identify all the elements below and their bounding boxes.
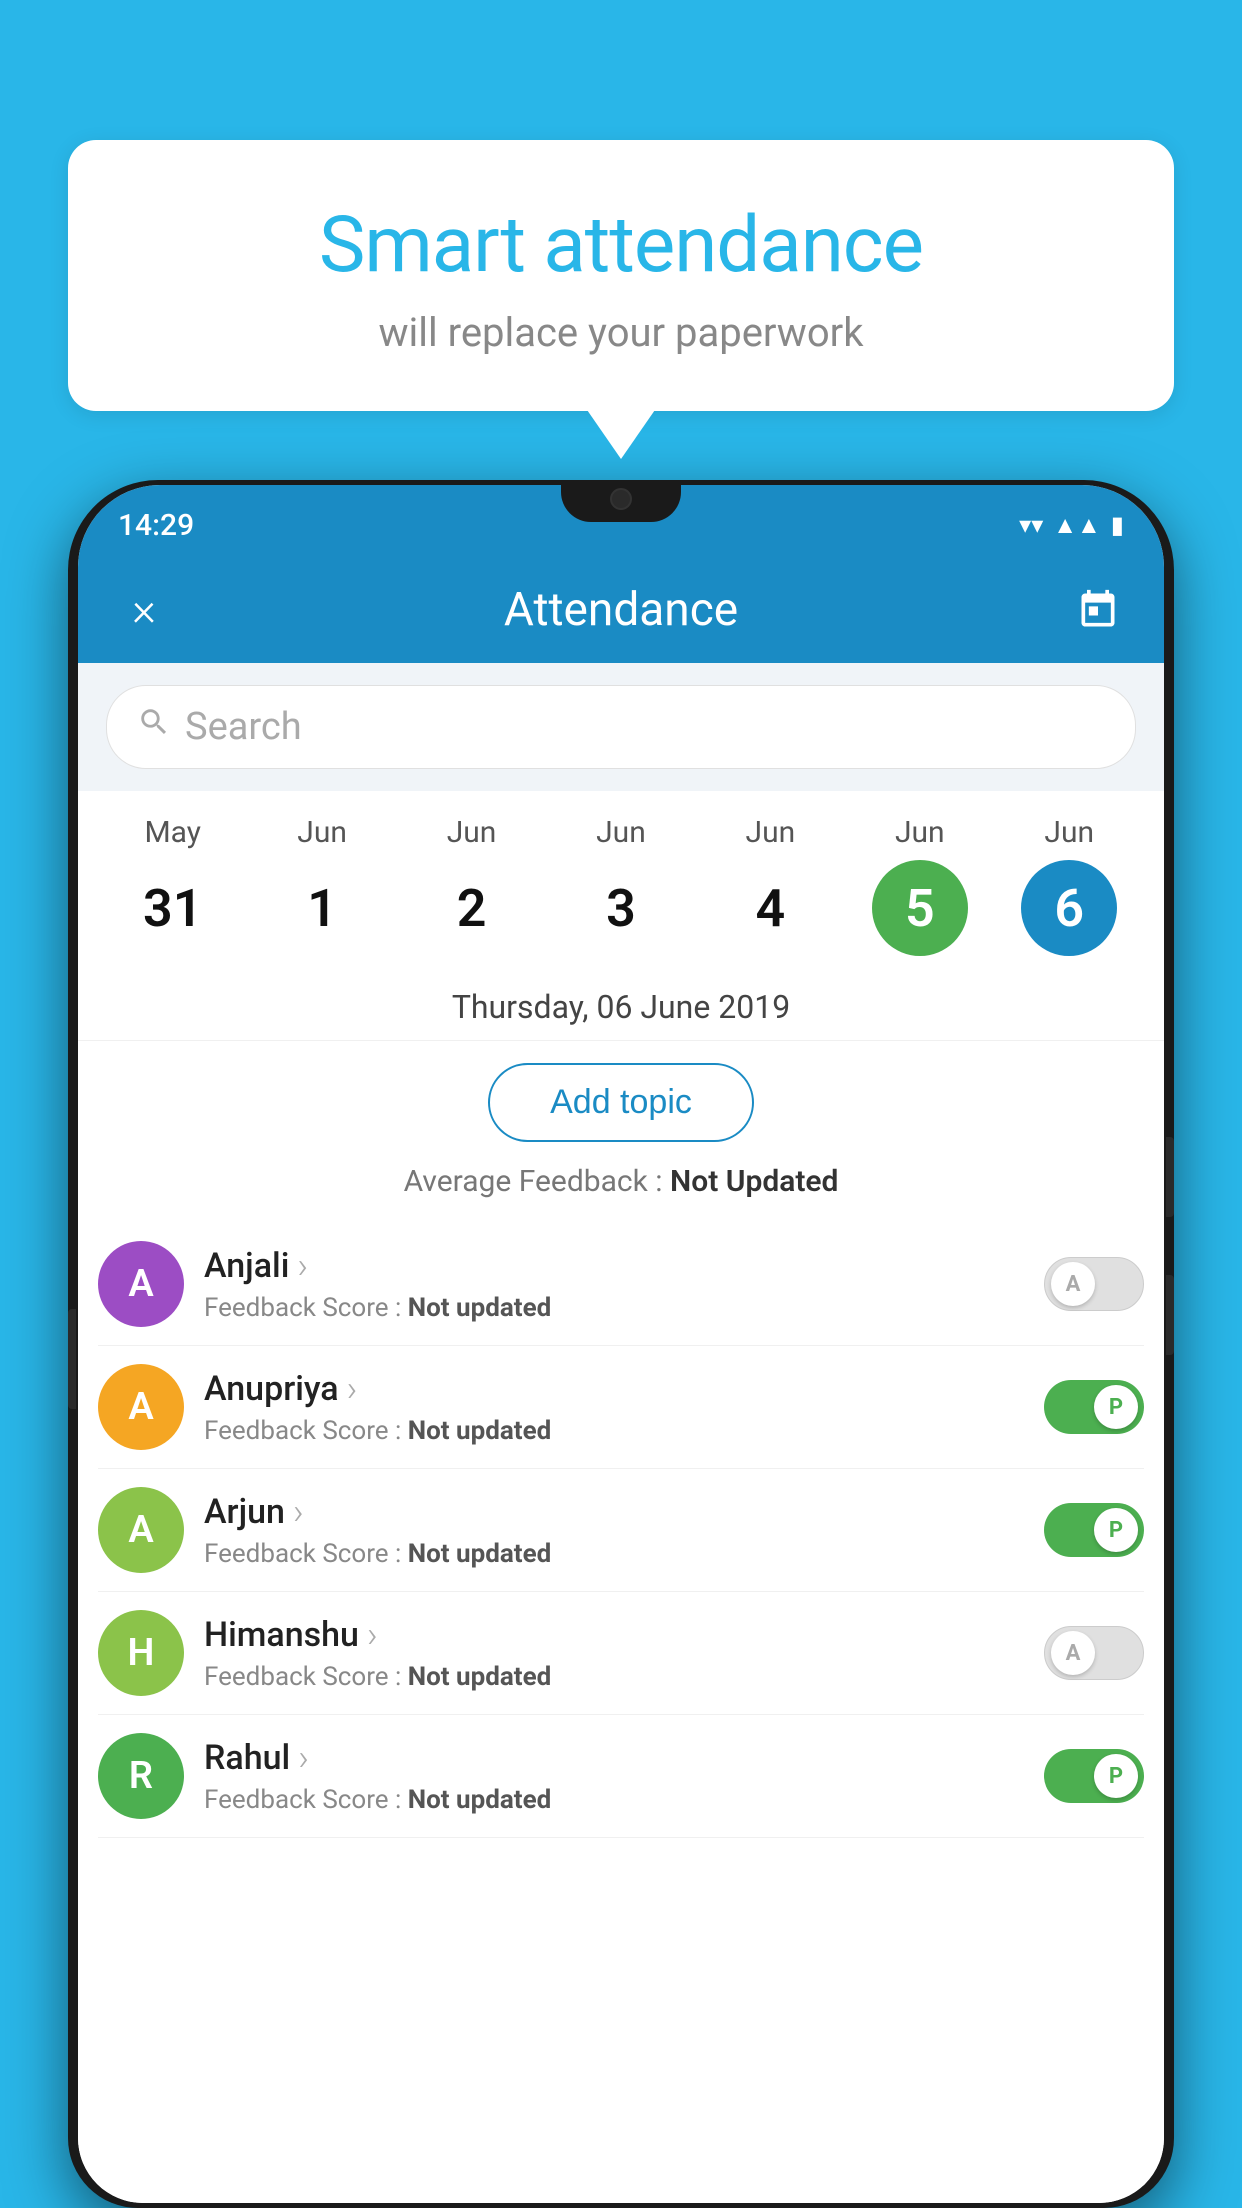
date-number[interactable]: 2 xyxy=(424,860,520,956)
student-feedback: Feedback Score : Not updated xyxy=(204,1662,1024,1692)
add-topic-container: Add topic xyxy=(78,1041,1164,1164)
date-number[interactable]: 4 xyxy=(722,860,818,956)
student-avatar: R xyxy=(98,1733,184,1819)
student-avatar: A xyxy=(98,1241,184,1327)
toggle-knob: P xyxy=(1094,1754,1138,1798)
student-feedback: Feedback Score : Not updated xyxy=(204,1785,1024,1815)
calendar-strip: May 31 Jun 1 Jun 2 Jun 3 Jun 4 Jun 5 Jun 6 xyxy=(78,791,1164,970)
student-avatar: A xyxy=(98,1364,184,1450)
toggle-knob: A xyxy=(1051,1262,1095,1306)
phone-notch xyxy=(561,480,681,522)
avg-feedback-value: Not Updated xyxy=(670,1164,838,1199)
power-button xyxy=(1166,1137,1174,1217)
speech-bubble: Smart attendance will replace your paper… xyxy=(68,140,1174,411)
student-item: A Anupriya Feedback Score : Not updated P xyxy=(98,1346,1144,1469)
app-header: × Attendance xyxy=(78,557,1164,663)
calendar-date-6[interactable]: Jun 6 xyxy=(1014,815,1124,956)
date-month-label: Jun xyxy=(447,815,497,850)
add-topic-button[interactable]: Add topic xyxy=(488,1063,754,1142)
student-info[interactable]: Himanshu Feedback Score : Not updated xyxy=(204,1614,1024,1692)
toggle-switch[interactable]: A xyxy=(1044,1626,1144,1680)
student-feedback: Feedback Score : Not updated xyxy=(204,1539,1024,1569)
avg-feedback: Average Feedback : Not Updated xyxy=(78,1164,1164,1223)
bubble-subtitle: will replace your paperwork xyxy=(128,309,1114,356)
student-name[interactable]: Anupriya xyxy=(204,1368,1024,1410)
date-month-label: Jun xyxy=(1044,815,1094,850)
date-number[interactable]: 6 xyxy=(1021,860,1117,956)
student-name[interactable]: Arjun xyxy=(204,1491,1024,1533)
selected-date-label: Thursday, 06 June 2019 xyxy=(78,970,1164,1041)
date-number[interactable]: 1 xyxy=(274,860,370,956)
bubble-title: Smart attendance xyxy=(128,200,1114,291)
attendance-toggle[interactable]: A xyxy=(1044,1257,1144,1311)
student-item: A Arjun Feedback Score : Not updated P xyxy=(98,1469,1144,1592)
signal-icon: ▲▲ xyxy=(1053,511,1101,540)
student-name[interactable]: Himanshu xyxy=(204,1614,1024,1656)
student-feedback: Feedback Score : Not updated xyxy=(204,1293,1024,1323)
attendance-toggle[interactable]: P xyxy=(1044,1749,1144,1803)
date-month-label: Jun xyxy=(746,815,796,850)
avg-feedback-label: Average Feedback : xyxy=(404,1164,663,1199)
date-month-label: Jun xyxy=(596,815,646,850)
date-month-label: May xyxy=(144,815,200,850)
student-avatar: H xyxy=(98,1610,184,1696)
toggle-knob: P xyxy=(1094,1385,1138,1429)
volume-button xyxy=(68,1309,76,1409)
header-title: Attendance xyxy=(174,583,1068,637)
toggle-switch[interactable]: P xyxy=(1044,1380,1144,1434)
attendance-toggle[interactable]: P xyxy=(1044,1380,1144,1434)
student-info[interactable]: Rahul Feedback Score : Not updated xyxy=(204,1737,1024,1815)
student-name[interactable]: Rahul xyxy=(204,1737,1024,1779)
student-item: R Rahul Feedback Score : Not updated P xyxy=(98,1715,1144,1838)
date-number[interactable]: 5 xyxy=(872,860,968,956)
date-month-label: Jun xyxy=(297,815,347,850)
calendar-date-5[interactable]: Jun 5 xyxy=(865,815,975,956)
student-feedback: Feedback Score : Not updated xyxy=(204,1416,1024,1446)
date-month-label: Jun xyxy=(895,815,945,850)
student-avatar: A xyxy=(98,1487,184,1573)
search-bar[interactable]: Search xyxy=(106,685,1136,769)
student-info[interactable]: Anupriya Feedback Score : Not updated xyxy=(204,1368,1024,1446)
search-icon xyxy=(137,705,171,749)
toggle-switch[interactable]: A xyxy=(1044,1257,1144,1311)
volume-down-button xyxy=(1166,1275,1174,1355)
student-item: A Anjali Feedback Score : Not updated A xyxy=(98,1223,1144,1346)
wifi-icon: ▾▾ xyxy=(1019,511,1043,539)
calendar-date-3[interactable]: Jun 3 xyxy=(566,815,676,956)
student-item: H Himanshu Feedback Score : Not updated A xyxy=(98,1592,1144,1715)
attendance-toggle[interactable]: P xyxy=(1044,1503,1144,1557)
search-input[interactable]: Search xyxy=(185,705,1105,749)
status-icons: ▾▾ ▲▲ ▮ xyxy=(1019,511,1124,540)
calendar-date-1[interactable]: Jun 1 xyxy=(267,815,377,956)
toggle-switch[interactable]: P xyxy=(1044,1503,1144,1557)
calendar-date-2[interactable]: Jun 2 xyxy=(417,815,527,956)
background: Smart attendance will replace your paper… xyxy=(0,0,1242,2208)
search-container: Search xyxy=(78,663,1164,791)
student-info[interactable]: Arjun Feedback Score : Not updated xyxy=(204,1491,1024,1569)
calendar-date-4[interactable]: Jun 4 xyxy=(715,815,825,956)
front-camera xyxy=(610,488,632,510)
student-name[interactable]: Anjali xyxy=(204,1245,1024,1287)
status-time: 14:29 xyxy=(118,508,194,543)
date-number[interactable]: 31 xyxy=(125,860,221,956)
calendar-date-31[interactable]: May 31 xyxy=(118,815,228,956)
student-info[interactable]: Anjali Feedback Score : Not updated xyxy=(204,1245,1024,1323)
toggle-switch[interactable]: P xyxy=(1044,1749,1144,1803)
app-content: Search May 31 Jun 1 Jun 2 Jun 3 Jun 4 Jun 5 Jun 6 Thu… xyxy=(78,663,1164,2203)
close-button[interactable]: × xyxy=(114,583,174,637)
date-number[interactable]: 3 xyxy=(573,860,669,956)
student-list: AAnjaliFeedback Score : Not updatedAAAnu… xyxy=(78,1223,1164,1838)
phone-screen: 14:29 ▾▾ ▲▲ ▮ × Attendance xyxy=(78,485,1164,2203)
battery-icon: ▮ xyxy=(1111,511,1124,539)
toggle-knob: P xyxy=(1094,1508,1138,1552)
toggle-knob: A xyxy=(1051,1631,1095,1675)
phone-frame: 14:29 ▾▾ ▲▲ ▮ × Attendance xyxy=(68,480,1174,2208)
calendar-icon[interactable] xyxy=(1068,588,1128,632)
attendance-toggle[interactable]: A xyxy=(1044,1626,1144,1680)
speech-bubble-container: Smart attendance will replace your paper… xyxy=(68,140,1174,411)
